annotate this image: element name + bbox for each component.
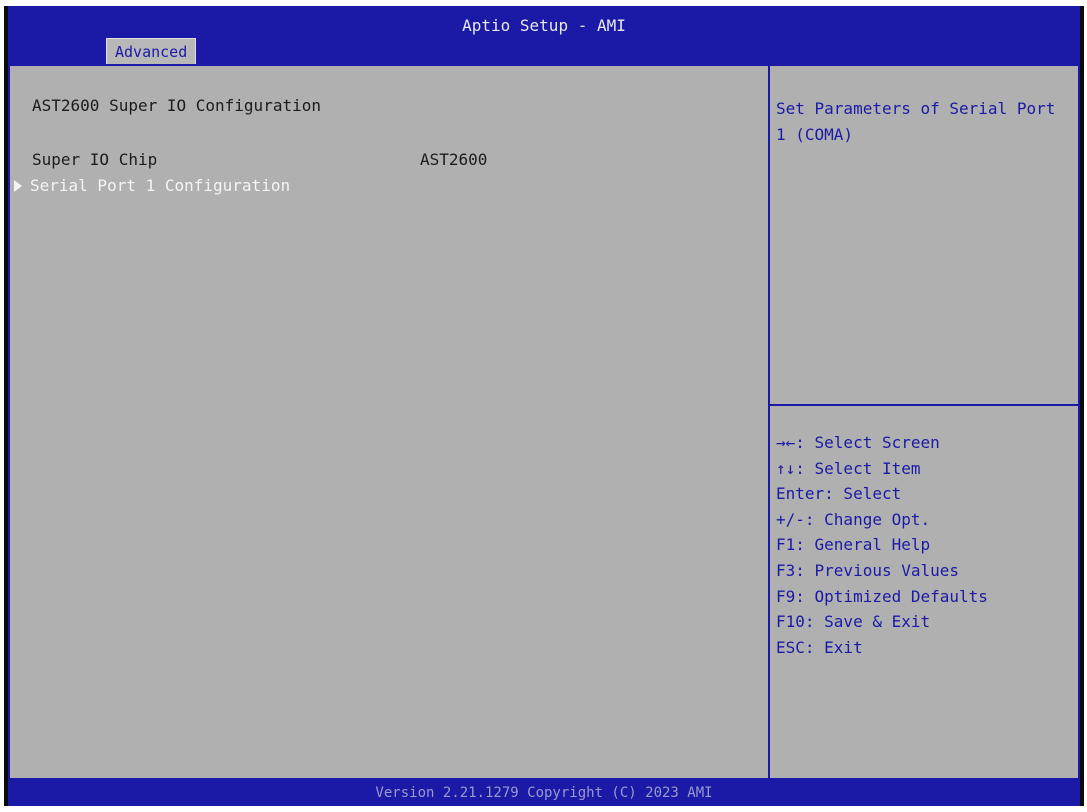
super-io-chip-row: Super IO Chip AST2600 [32, 150, 487, 169]
key-save-exit: F10: Save & Exit [776, 612, 931, 632]
submenu-arrow-icon [14, 180, 22, 192]
settings-pane: AST2600 Super IO Configuration Super IO … [10, 66, 766, 778]
key-esc-exit: ESC: Exit [776, 637, 863, 657]
key-select-screen: →←: Select Screen [776, 433, 940, 452]
tab-advanced[interactable]: Advanced [106, 38, 197, 64]
bios-screen: Aptio Setup - AMI Advanced AST2600 Super… [4, 6, 1084, 806]
header-bar: Aptio Setup - AMI Advanced [8, 6, 1080, 64]
key-general-help: F1: General Help [776, 535, 931, 555]
key-select-item: ↑↓: Select Item [776, 458, 921, 478]
key-enter-select: Enter: Select [776, 484, 902, 504]
horizontal-divider [770, 404, 1078, 406]
super-io-chip-label: Super IO Chip [32, 150, 158, 169]
app-title: Aptio Setup - AMI [462, 16, 626, 35]
serial-port-1-configuration-label: Serial Port 1 Configuration [30, 176, 291, 195]
key-optimized-defaults: F9: Optimized Defaults [776, 586, 988, 606]
key-legend: →←: Select Screen ↑↓: Select Item Enter:… [776, 430, 988, 660]
main-panel: AST2600 Super IO Configuration Super IO … [8, 64, 1080, 780]
key-change-opt: +/-: Change Opt. [776, 509, 931, 529]
super-io-chip-value: AST2600 [420, 150, 488, 169]
footer-version: Version 2.21.1279 Copyright (C) 2023 AMI [8, 780, 1080, 806]
help-pane: Set Parameters of Serial Port 1 (COMA) →… [770, 66, 1078, 778]
key-previous-values: F3: Previous Values [776, 560, 960, 580]
serial-port-1-configuration-item[interactable]: Serial Port 1 Configuration [14, 176, 290, 195]
page-title: AST2600 Super IO Configuration [32, 96, 321, 115]
help-description: Set Parameters of Serial Port 1 (COMA) [776, 99, 1056, 144]
